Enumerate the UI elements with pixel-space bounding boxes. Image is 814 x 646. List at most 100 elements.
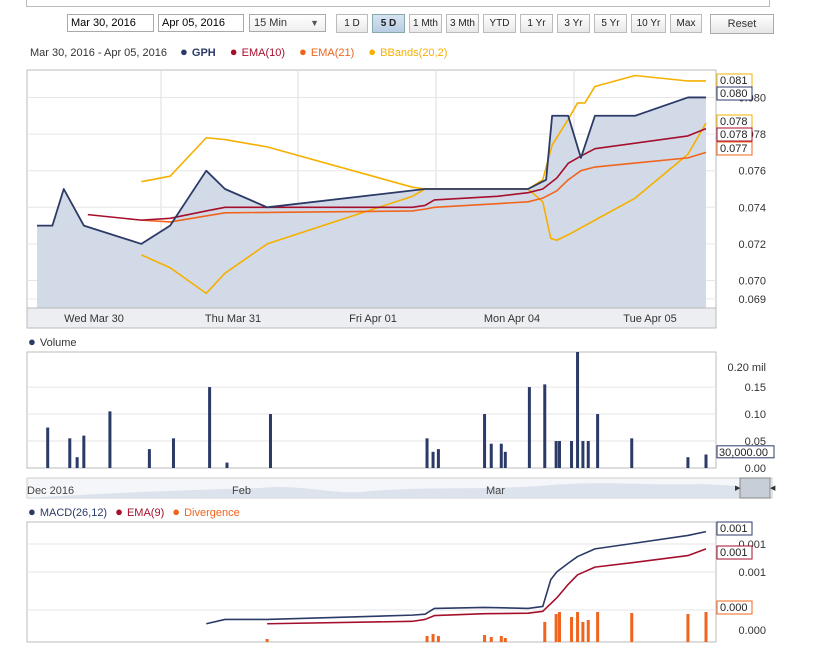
volume-bar	[586, 441, 590, 468]
divergence-bar	[557, 612, 561, 642]
reset-button[interactable]: Reset	[710, 14, 774, 34]
divergence-bar	[630, 613, 634, 642]
divergence-bar	[586, 620, 590, 642]
y-tick-label: 0.000	[738, 625, 766, 637]
navigator-left-arrow-icon: ◀	[770, 485, 776, 492]
main-legend: Mar 30, 2016 - Apr 05, 2016 ● GPH ● EMA(10)…	[30, 44, 459, 59]
volume-bar	[554, 441, 558, 468]
volume-bar	[499, 443, 503, 468]
volume-bar	[557, 441, 561, 468]
macd-legend: ● MACD(26,12) ● EMA(9) ● Divergence	[28, 504, 252, 519]
end-date-input[interactable]	[158, 14, 244, 32]
volume-dot-icon: ●	[28, 334, 36, 349]
divergence-bar	[436, 636, 440, 642]
divergence-bar	[431, 634, 435, 642]
navigator-right-arrow-icon: ▶	[735, 485, 741, 492]
volume-bar	[436, 449, 440, 468]
x-tick-label: Mon Apr 04	[484, 313, 540, 325]
divergence-bar	[704, 612, 708, 642]
macd-plot-area	[26, 521, 717, 643]
last-value-label: 0.078	[720, 116, 748, 128]
range-button-5-d[interactable]: 5 D	[372, 14, 405, 33]
last-value-label: 0.000	[720, 602, 748, 614]
divergence-bar	[543, 622, 547, 642]
volume-bar	[483, 414, 487, 468]
volume-bar	[489, 443, 493, 468]
volume-bar	[581, 441, 585, 468]
volume-bar	[82, 435, 86, 468]
volume-bar	[268, 414, 272, 468]
last-value-label: 0.001	[720, 547, 748, 559]
navigator-bar[interactable]: Dec 2016 Feb Mar ▶ ◀	[0, 474, 814, 500]
y-tick-label: 0.15	[745, 382, 766, 394]
range-button-max[interactable]: Max	[670, 14, 702, 33]
x-tick-label: Fri Apr 01	[349, 313, 397, 325]
divergence-bar	[265, 639, 269, 642]
volume-bar	[46, 427, 50, 468]
range-button-5-yr[interactable]: 5 Yr	[594, 14, 627, 33]
range-button-3-mth[interactable]: 3 Mth	[446, 14, 479, 33]
divergence-bar	[554, 614, 558, 642]
navigator-tick-label: Feb	[232, 485, 251, 497]
last-value-label: 30,000.00	[719, 447, 768, 459]
volume-bar	[576, 352, 580, 468]
divergence-bar	[499, 636, 503, 642]
volume-bar	[108, 411, 112, 468]
x-tick-label: Thu Mar 31	[205, 313, 261, 325]
legend-item-ema-10-[interactable]: ● EMA(10)	[230, 44, 289, 59]
divergence-bar	[686, 614, 690, 642]
y-tick-label: 0.10	[745, 409, 766, 421]
legend-item-bbands-20-2-[interactable]: ● BBands(20,2)	[368, 44, 451, 59]
divergence-bar	[483, 635, 487, 642]
range-button-1-d[interactable]: 1 D	[336, 14, 368, 33]
x-tick-label: Wed Mar 30	[64, 313, 124, 325]
volume-legend: ● Volume	[28, 334, 81, 349]
range-button-3-yr[interactable]: 3 Yr	[557, 14, 590, 33]
start-date-input[interactable]	[67, 14, 154, 32]
y-tick-label: 0.072	[738, 239, 766, 251]
y-tick-label: 0.074	[738, 202, 766, 214]
y-tick-label: 0.00	[745, 463, 766, 472]
divergence-bar	[576, 612, 580, 642]
date-range-label: Mar 30, 2016 - Apr 05, 2016	[30, 47, 167, 59]
navigator-tick-label: Dec 2016	[27, 485, 74, 497]
range-button-ytd[interactable]: YTD	[483, 14, 516, 33]
divergence-bar	[570, 617, 574, 642]
volume-bar	[543, 384, 547, 468]
range-button-1-mth[interactable]: 1 Mth	[409, 14, 442, 33]
macd-chart[interactable]: 0.0010.0010.0000.0010.0010.000	[0, 518, 814, 646]
volume-bar	[596, 414, 600, 468]
last-value-label: 0.078	[720, 129, 748, 141]
volume-bar	[208, 387, 212, 468]
chart-frame-top	[26, 0, 770, 7]
volume-bar	[147, 449, 151, 468]
divergence-bar	[425, 636, 429, 642]
interval-value: 15 Min	[254, 17, 288, 29]
divergence-bar	[503, 638, 507, 642]
legend-item-gph[interactable]: ● GPH	[180, 44, 220, 59]
y-tick-label: 0.001	[738, 567, 766, 579]
volume-bar	[630, 438, 634, 468]
volume-bar	[503, 451, 507, 468]
interval-select[interactable]: 15 Min ▼	[249, 14, 326, 32]
range-button-10-yr[interactable]: 10 Yr	[631, 14, 666, 33]
y-tick-label: 0.076	[738, 166, 766, 178]
range-button-1-yr[interactable]: 1 Yr	[520, 14, 553, 33]
last-value-label: 0.001	[720, 523, 748, 535]
chevron-down-icon: ▼	[310, 18, 319, 28]
volume-bar	[704, 454, 708, 468]
price-chart[interactable]: Wed Mar 30 Thu Mar 31 Fri Apr 01 Mon Apr 04…	[0, 62, 814, 332]
volume-chart[interactable]: 0.000.050.100.150.20 mil30,000.00	[0, 348, 814, 472]
volume-bar	[425, 438, 429, 468]
last-value-label: 0.077	[720, 143, 748, 155]
divergence-bar	[581, 622, 585, 642]
divergence-bar	[489, 637, 493, 642]
volume-plot-area	[26, 351, 717, 469]
y-tick-label: 0.070	[738, 276, 766, 288]
legend-item-ema-21-[interactable]: ● EMA(21)	[299, 44, 358, 59]
volume-bar	[686, 457, 690, 468]
y-tick-label: 0.069	[738, 294, 766, 306]
volume-top-label: 0.20 mil	[727, 362, 766, 374]
volume-bar	[171, 438, 175, 468]
navigator-handle	[739, 477, 771, 499]
